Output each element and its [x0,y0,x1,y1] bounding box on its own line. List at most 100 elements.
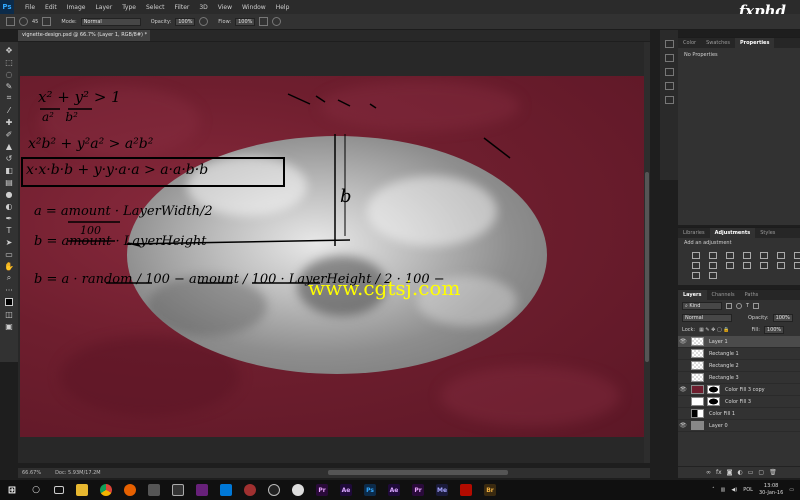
shape-tool-icon[interactable]: ▭ [4,249,15,259]
vertical-scrollbar[interactable] [644,42,650,463]
filter-shape-icon[interactable] [753,303,760,309]
layer-row[interactable]: Rectangle 2 [678,360,800,372]
calculator-icon[interactable] [148,484,160,496]
filter-type-icon[interactable]: T [746,303,749,309]
gradient-map-icon[interactable] [692,272,700,279]
search-icon[interactable]: ○ [30,484,42,496]
tab-styles[interactable]: Styles [755,228,780,238]
tab-libraries[interactable]: Libraries [678,228,710,238]
davinci-icon[interactable] [244,484,256,496]
tab-color[interactable]: Color [678,38,701,48]
type-tool-icon[interactable]: T [4,225,15,235]
obs-icon[interactable] [268,484,280,496]
visual-studio-code-icon[interactable] [220,484,232,496]
paragraph-panel-icon[interactable] [664,82,674,90]
doc-size[interactable]: Doc: 5.93M/17.2M [55,470,101,476]
brush-size-icon[interactable] [19,17,28,26]
tab-paths[interactable]: Paths [740,290,764,300]
actions-panel-icon[interactable] [664,54,674,62]
after-effects-icon-2[interactable]: Ae [388,484,400,496]
gradient-tool-icon[interactable]: ▤ [4,177,15,187]
firefox-icon[interactable] [124,484,136,496]
invert-icon[interactable] [760,262,768,269]
zoom-tool-icon[interactable]: ⌕ [4,273,15,283]
menu-window[interactable]: Window [237,4,271,11]
vertical-scroll-thumb[interactable] [645,172,649,362]
dodge-tool-icon[interactable]: ◐ [4,201,15,211]
levels-icon[interactable] [709,252,717,259]
layer-row[interactable]: 👁 Layer 1 [678,336,800,348]
curves-icon[interactable] [726,252,734,259]
bridge-icon[interactable]: Br [484,484,496,496]
menu-select[interactable]: Select [141,4,170,11]
brush-panel-icon[interactable] [42,17,52,26]
new-layer-icon[interactable]: ▢ [758,469,764,476]
language-indicator[interactable]: POL [743,487,753,493]
lock-icons[interactable]: ▦ ✎ ✥ ▢ 🔒 [699,327,729,333]
color-lookup-icon[interactable] [743,262,751,269]
marquee-tool-icon[interactable]: ⬚ [4,57,15,67]
mode-select[interactable]: Normal [80,17,141,26]
link-layers-icon[interactable]: ∞ [706,469,711,476]
more-tools-icon[interactable]: ··· [4,285,15,295]
delete-layer-icon[interactable]: 🗑 [769,469,777,476]
task-view-icon[interactable] [54,486,64,494]
zoom-level[interactable]: 66.67% [22,470,41,476]
eyedropper-tool-icon[interactable]: ⁄ [4,105,15,115]
add-mask-icon[interactable]: ◙ [727,469,733,476]
pen-tool-icon[interactable]: ✒ [4,213,15,223]
color-swatches-icon[interactable] [4,297,15,307]
move-tool-icon[interactable]: ✥ [4,45,15,55]
visibility-eye-icon[interactable]: 👁 [678,338,688,345]
acrobat-icon[interactable] [460,484,472,496]
menu-image[interactable]: Image [62,4,91,11]
chrome-icon[interactable] [100,484,112,496]
visual-studio-icon[interactable] [196,484,208,496]
color-balance-icon[interactable] [794,252,800,259]
threshold-icon[interactable] [794,262,800,269]
opacity-field[interactable]: 100% [175,17,196,26]
blur-tool-icon[interactable]: ● [4,189,15,199]
tray-network-icon[interactable]: ▥ [721,487,726,493]
document-canvas[interactable]: x² + y² > 1 a² b² x²b² + y²a² > a²b² x·x… [20,76,648,437]
music-app-icon[interactable] [292,484,304,496]
screen-mode-icon[interactable]: ▣ [4,321,15,331]
layer-opacity-field[interactable]: 100% [772,314,793,322]
selective-color-icon[interactable] [709,272,717,279]
canvas-area[interactable]: x² + y² > 1 a² b² x²b² + y²a² > a²b² x·x… [18,42,650,463]
horizontal-scroll-thumb[interactable] [328,470,508,475]
pressure-size-icon[interactable] [272,17,282,26]
visibility-eye-icon[interactable]: 👁 [678,386,688,393]
quick-select-tool-icon[interactable]: ✎ [4,81,15,91]
menu-filter[interactable]: Filter [170,4,195,11]
layer-style-icon[interactable]: fx [716,469,722,476]
windows-start-icon[interactable]: ⊞ [6,484,18,496]
black-white-icon[interactable] [692,262,700,269]
posterize-icon[interactable] [777,262,785,269]
brush-presets-icon[interactable] [664,96,674,104]
new-group-icon[interactable]: ▭ [748,469,754,476]
layer-row[interactable]: 👁 Layer 0 [678,420,800,432]
eraser-tool-icon[interactable]: ◧ [4,165,15,175]
notifications-icon[interactable]: ▭ [789,487,794,493]
flow-field[interactable]: 100% [235,17,256,26]
app-icon-7[interactable] [172,484,184,496]
menu-type[interactable]: Type [117,4,141,11]
tray-volume-icon[interactable]: ◀) [731,487,737,493]
filter-adjustment-icon[interactable] [736,303,742,309]
media-encoder-icon[interactable]: Me [436,484,448,496]
hand-tool-icon[interactable]: ✋ [4,261,15,271]
history-brush-tool-icon[interactable]: ↺ [4,153,15,163]
lasso-tool-icon[interactable]: ◌ [4,69,15,79]
healing-tool-icon[interactable]: ✚ [4,117,15,127]
brightness-icon[interactable] [692,252,700,259]
tab-adjustments[interactable]: Adjustments [709,228,756,238]
photoshop-icon[interactable]: Ps [364,484,376,496]
crop-tool-icon[interactable]: ⌗ [4,93,15,103]
tray-up-arrow-icon[interactable]: ˄ [712,487,715,493]
layer-fill-field[interactable]: 100% [763,326,785,334]
menu-edit[interactable]: Edit [40,4,62,11]
hue-saturation-icon[interactable] [777,252,785,259]
clock[interactable]: 13:08 30-Jan-16 [759,483,783,497]
menu-help[interactable]: Help [271,4,295,11]
